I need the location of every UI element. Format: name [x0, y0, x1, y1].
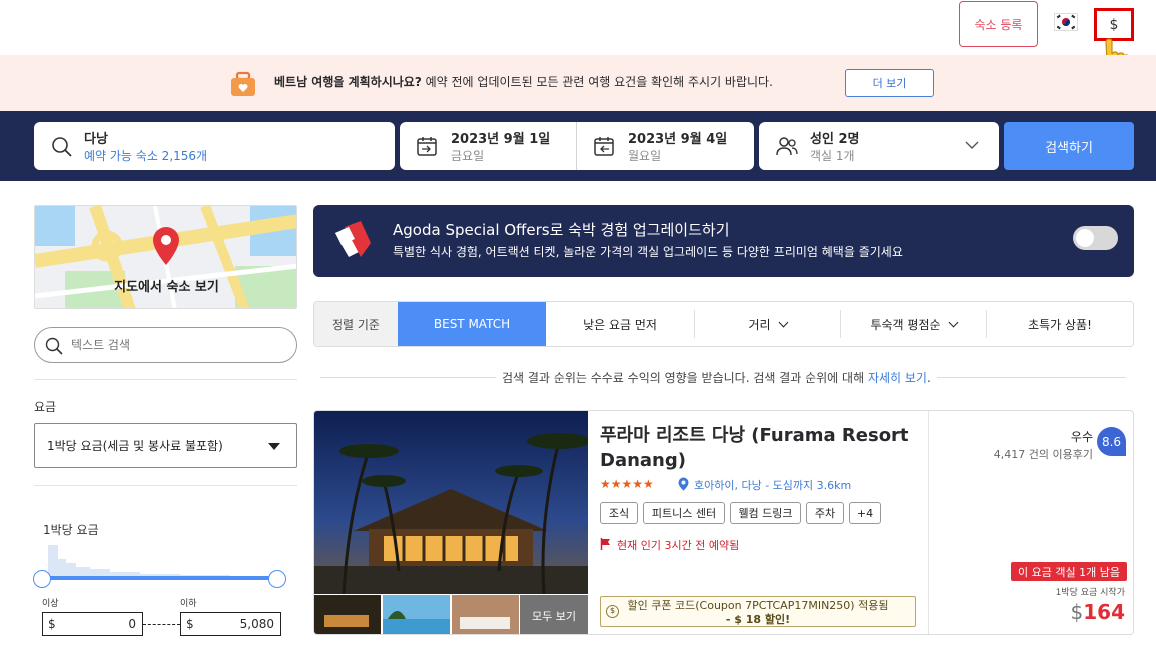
checkin-date: 2023년 9월 1일 [451, 132, 551, 147]
location-pin-icon [678, 477, 689, 491]
search-button[interactable]: 검색하기 [1004, 122, 1134, 170]
sort-deals-tab[interactable]: 초특가 상품! [987, 302, 1133, 346]
availability-count: 예약 가능 숙소 2,156개 [84, 149, 208, 163]
price-mode-select[interactable]: 1박당 요금(세금 및 봉사료 불포함) [34, 423, 297, 468]
disclaimer-text: 검색 결과 순위는 수수료 수익의 영향을 받습니다. 검색 결과 순위에 대해… [496, 369, 937, 386]
hotel-thumbnail-2[interactable] [383, 595, 450, 635]
toggle-knob [1076, 229, 1094, 247]
checkin-calendar-icon [417, 137, 437, 156]
see-all-photos-button[interactable]: 모두 보기 [520, 595, 588, 634]
checkin-day: 금요일 [451, 149, 485, 163]
price-histogram [48, 545, 278, 579]
sort-label: 정렬 기준 [314, 302, 398, 346]
min-price-input[interactable]: $ 0 [42, 612, 143, 636]
coupon-icon: $ [606, 605, 619, 618]
notice-more-button[interactable]: 더 보기 [845, 69, 934, 97]
range-dash [143, 624, 180, 625]
search-icon [45, 337, 63, 355]
checkout-date: 2023년 9월 4일 [628, 132, 728, 147]
divider [34, 379, 297, 380]
price-mode-value: 1박당 요금(세금 및 봉사료 불포함) [47, 439, 223, 453]
chevron-down-icon [778, 317, 788, 327]
price-slider-max-handle[interactable] [268, 570, 286, 588]
max-price-label: 이하 [180, 599, 197, 609]
hotel-card[interactable]: 모두 보기 푸라마 리조트 다낭 (Furama Resort Danang) … [313, 410, 1134, 635]
hotel-name[interactable]: 푸라마 리조트 다낭 (Furama Resort Danang) [600, 423, 920, 473]
price-section-heading: 요금 [34, 400, 57, 414]
text-search-input[interactable] [71, 335, 281, 355]
offers-description: 특별한 식사 경험, 어트랙션 티켓, 놀라운 가격의 객실 업그레이드 등 다… [393, 245, 903, 259]
suitcase-icon [229, 70, 257, 102]
amenity-tag: 주차 [806, 502, 844, 524]
top-bar: 숙소 등록 $ [0, 0, 1156, 78]
korea-flag-icon[interactable] [1054, 13, 1078, 31]
amenity-tag: 조식 [600, 502, 638, 524]
learn-more-link[interactable]: 자세히 보기 [868, 371, 927, 385]
hotel-main-photo[interactable] [314, 411, 588, 594]
chevron-down-icon [948, 317, 958, 327]
star-rating: ★★★★★ [600, 477, 654, 491]
rating-score-badge: 8.6 [1097, 427, 1126, 456]
rooms-left-badge: 이 요금 객실 1개 남음 [1011, 562, 1127, 581]
search-bar: 다낭 예약 가능 숙소 2,156개 2023년 9월 1일 금요일 2023년… [0, 111, 1156, 181]
checkout-day: 월요일 [628, 149, 662, 163]
map-pin-icon [153, 227, 179, 265]
sort-bar: 정렬 기준 BEST MATCH 낮은 요금 먼저 거리 투숙객 평점순 초특가… [313, 301, 1134, 347]
nightly-price-label: 1박당 요금 [43, 523, 99, 537]
dropdown-caret-icon [268, 443, 280, 450]
price-slider-min-handle[interactable] [33, 570, 51, 588]
hotel-thumbnail-3[interactable] [452, 595, 519, 635]
more-amenities-tag[interactable]: +4 [849, 502, 881, 524]
popular-booking-notice: 현재 인기 3시간 전 예약됨 [617, 539, 740, 552]
map-view-card[interactable]: 지도에서 숙소 보기 [34, 205, 297, 309]
hotel-location-link[interactable]: 호아하이, 다낭 - 도심까지 3.6km [694, 477, 851, 493]
sort-lowest-price-tab[interactable]: 낮은 요금 먼저 [546, 302, 694, 346]
text-search-field[interactable] [34, 327, 297, 363]
nightly-price[interactable]: $164 [1071, 600, 1125, 624]
amenity-tag: 피트니스 센터 [643, 502, 725, 524]
divider [34, 485, 297, 486]
currency-button[interactable]: $ [1094, 8, 1134, 41]
card-divider [928, 411, 929, 634]
review-count[interactable]: 4,417 건의 이용후기 [994, 446, 1093, 462]
sort-guest-rating-tab[interactable]: 투숙객 평점순 [841, 302, 986, 346]
special-offers-banner: Agoda Special Offers로 숙박 경험 업그레이드하기 특별한 … [313, 205, 1134, 277]
people-icon [776, 137, 798, 156]
hotel-thumbnail-1[interactable] [314, 595, 381, 635]
max-price-input[interactable]: $ 5,080 [180, 612, 281, 636]
date-range-field[interactable]: 2023년 9월 1일 금요일 2023년 9월 4일 월요일 [400, 122, 754, 170]
coupon-line-2: - $ 18 할인! [725, 613, 791, 626]
rating-word: 우수 [1070, 430, 1093, 444]
agoda-offers-logo-icon [335, 221, 371, 257]
offers-title: Agoda Special Offers로 숙박 경험 업그레이드하기 [393, 221, 730, 239]
min-price-label: 이상 [42, 599, 59, 609]
guest-count: 성인 2명 [810, 132, 860, 147]
coupon-line-1: 할인 쿠폰 코드(Coupon 7PCTCAP17MIN250) 적용됨 [627, 599, 889, 612]
amenity-tag: 웰컴 드링크 [730, 502, 801, 524]
offers-toggle[interactable] [1073, 226, 1118, 250]
destination-field[interactable]: 다낭 예약 가능 숙소 2,156개 [34, 122, 395, 170]
flag-icon [600, 538, 610, 550]
sort-distance-tab[interactable]: 거리 [695, 302, 840, 346]
price-slider-track[interactable] [42, 576, 278, 580]
list-property-button[interactable]: 숙소 등록 [959, 1, 1038, 47]
price-note: 1박당 요금 시작가 [1055, 588, 1125, 598]
guests-field[interactable]: 성인 2명 객실 1개 [759, 122, 999, 170]
notice-text: 베트남 여행을 계획하시나요? 예약 전에 업데이트된 모든 관련 여행 요건을… [274, 75, 773, 89]
map-view-label: 지도에서 숙소 보기 [114, 280, 219, 295]
ranking-disclaimer: 검색 결과 순위는 수수료 수익의 영향을 받습니다. 검색 결과 순위에 대해… [320, 368, 1126, 386]
date-divider [576, 122, 577, 170]
sort-best-match-tab[interactable]: BEST MATCH [398, 302, 546, 346]
destination-value: 다낭 [84, 132, 108, 147]
coupon-applied-badge: $ 할인 쿠폰 코드(Coupon 7PCTCAP17MIN250) 적용됨 -… [600, 596, 916, 627]
checkout-calendar-icon [594, 137, 614, 156]
search-icon [52, 137, 72, 157]
room-count: 객실 1개 [810, 149, 855, 163]
chevron-down-icon [965, 141, 979, 149]
travel-notice-banner: 베트남 여행을 계획하시나요? 예약 전에 업데이트된 모든 관련 여행 요건을… [0, 55, 1156, 111]
